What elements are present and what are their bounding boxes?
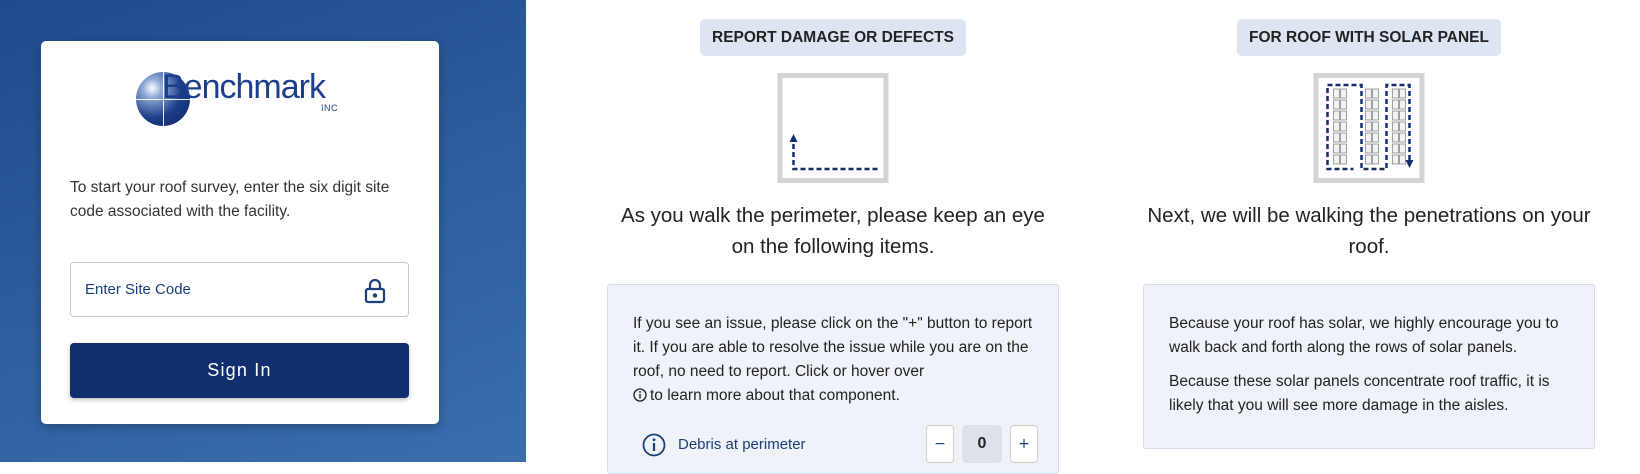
- solar-panel-cell: [1399, 99, 1406, 110]
- solar-section: FOR ROOF WITH SOLAR PANEL Next, we will …: [1143, 0, 1595, 462]
- lock-icon: [364, 278, 386, 304]
- solar-panel-cell: [1392, 110, 1399, 121]
- solar-paragraph-1: Because your roof has solar, we highly e…: [1169, 315, 1559, 356]
- solar-panel-cell: [1372, 143, 1379, 154]
- solar-panel-cell: [1333, 99, 1340, 110]
- solar-panel-cell: [1392, 99, 1399, 110]
- solar-panel-cell: [1333, 132, 1340, 143]
- solar-panel-cell: [1340, 121, 1347, 132]
- solar-info-box: Because your roof has solar, we highly e…: [1143, 284, 1595, 449]
- login-panel: Benchmark INC To start your roof survey,…: [0, 0, 526, 462]
- solar-panel-cell: [1392, 121, 1399, 132]
- benchmark-logo: Benchmark INC: [132, 68, 356, 134]
- solar-panel-cell: [1365, 132, 1372, 143]
- decrement-button[interactable]: −: [926, 425, 954, 463]
- debris-count: 0: [962, 425, 1002, 463]
- solar-panel-cell: [1340, 132, 1347, 143]
- solar-panel-cell: [1365, 110, 1372, 121]
- solar-panel-cell: [1372, 110, 1379, 121]
- solar-panel-cell: [1333, 121, 1340, 132]
- logo-wordmark: Benchmark: [162, 68, 326, 106]
- solar-panel-cell: [1340, 99, 1347, 110]
- debris-at-perimeter-label: Debris at perimeter: [678, 436, 806, 453]
- increment-button[interactable]: +: [1010, 425, 1038, 463]
- solar-panel-cell: [1372, 88, 1379, 99]
- solar-panel-cell: [1333, 88, 1340, 99]
- damage-section: REPORT DAMAGE OR DEFECTS As you walk the…: [607, 0, 1059, 474]
- solar-panel-cell: [1372, 132, 1379, 143]
- solar-panel-cell: [1365, 154, 1372, 165]
- site-code-input[interactable]: [71, 263, 408, 316]
- solar-panel-cell: [1372, 99, 1379, 110]
- solar-panel-cell: [1340, 154, 1347, 165]
- solar-panel-cell: [1365, 88, 1372, 99]
- solar-panel-cell: [1399, 88, 1406, 99]
- solar-panel-cell: [1392, 143, 1399, 154]
- sign-in-button[interactable]: Sign In: [70, 343, 409, 398]
- solar-panel-cell: [1365, 99, 1372, 110]
- damage-info-box: If you see an issue, please click on the…: [607, 284, 1059, 474]
- solar-paragraph-2: Because these solar panels concentrate r…: [1169, 373, 1550, 414]
- damage-instructions-tail: to learn more about that component.: [650, 387, 900, 404]
- solar-panel-cell: [1399, 154, 1406, 165]
- solar-panel-cell: [1372, 154, 1379, 165]
- solar-panel-cell: [1399, 121, 1406, 132]
- solar-panel-cell: [1399, 143, 1406, 154]
- damage-section-title: REPORT DAMAGE OR DEFECTS: [700, 19, 966, 56]
- damage-instructions: If you see an issue, please click on the…: [633, 315, 1033, 380]
- perimeter-walk-diagram: [777, 73, 889, 183]
- solar-panel-cell: [1340, 143, 1347, 154]
- solar-panel-rows: [1333, 88, 1406, 165]
- solar-panel-cell: [1365, 143, 1372, 154]
- site-code-field: [70, 262, 409, 317]
- login-card: Benchmark INC To start your roof survey,…: [41, 41, 439, 424]
- damage-lead-text: As you walk the perimeter, please keep a…: [621, 204, 1045, 258]
- solar-panel-cell: [1333, 143, 1340, 154]
- solar-panel-cell: [1333, 110, 1340, 121]
- info-icon[interactable]: [642, 433, 666, 457]
- solar-panel-cell: [1392, 88, 1399, 99]
- solar-walk-diagram: [1313, 73, 1425, 183]
- logo-suffix: INC: [321, 103, 338, 113]
- solar-panel-cell: [1372, 121, 1379, 132]
- solar-panel-cell: [1340, 88, 1347, 99]
- solar-panel-cell: [1340, 110, 1347, 121]
- solar-lead-text: Next, we will be walking the penetration…: [1147, 204, 1591, 258]
- solar-panel-cell: [1392, 132, 1399, 143]
- solar-panel-cell: [1399, 132, 1406, 143]
- solar-panel-cell: [1399, 110, 1406, 121]
- debris-at-perimeter-row: Debris at perimeter − 0 +: [642, 425, 1038, 463]
- solar-panel-cell: [1392, 154, 1399, 165]
- login-instructions: To start your roof survey, enter the six…: [70, 179, 390, 220]
- info-icon: [633, 388, 647, 402]
- solar-panel-cell: [1333, 154, 1340, 165]
- solar-panel-cell: [1365, 121, 1372, 132]
- solar-section-title: FOR ROOF WITH SOLAR PANEL: [1237, 19, 1501, 56]
